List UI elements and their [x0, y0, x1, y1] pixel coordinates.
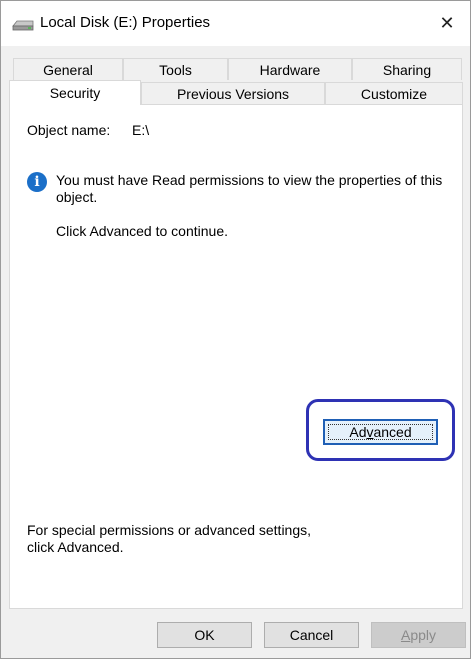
tab-label: Sharing: [382, 61, 432, 78]
tab-security[interactable]: Security: [9, 80, 141, 105]
info-icon: i: [27, 172, 47, 192]
continue-instruction: Click Advanced to continue.: [56, 223, 228, 239]
tab-label: Customize: [360, 85, 428, 102]
apply-button-label: Apply: [400, 627, 437, 643]
permission-message-line2: object.: [56, 189, 98, 205]
info-icon-glyph: i: [34, 174, 40, 190]
security-panel: Object name: E:\ i You must have Read pe…: [9, 104, 463, 609]
tab-label: Tools: [159, 61, 192, 78]
title-bar: Local Disk (E:) Properties ✕: [1, 1, 470, 46]
close-icon: ✕: [439, 13, 455, 33]
tab-tools[interactable]: Tools: [123, 58, 228, 80]
object-name-value: E:\: [132, 122, 150, 138]
close-button[interactable]: ✕: [424, 1, 470, 46]
apply-button[interactable]: Apply: [371, 622, 466, 648]
tab-customize[interactable]: Customize: [325, 82, 463, 104]
tab-label: General: [43, 61, 93, 78]
tab-label: Previous Versions: [176, 85, 290, 102]
permission-message-line1: You must have Read permissions to view t…: [56, 172, 443, 188]
properties-dialog: Local Disk (E:) Properties ✕ General Too…: [0, 0, 471, 659]
advanced-button-label: Advanced: [349, 424, 412, 440]
special-permissions-line2: click Advanced.: [27, 539, 124, 555]
ok-button-label: OK: [194, 627, 215, 643]
tab-previous-versions[interactable]: Previous Versions: [141, 82, 325, 104]
drive-icon: [12, 20, 34, 31]
tab-label: Security: [49, 85, 101, 101]
advanced-button[interactable]: Advanced: [323, 419, 438, 445]
special-permissions-line1: For special permissions or advanced sett…: [27, 522, 312, 538]
tab-sharing[interactable]: Sharing: [352, 58, 462, 80]
tab-general[interactable]: General: [13, 58, 123, 80]
cancel-button-label: Cancel: [289, 627, 334, 643]
window-title: Local Disk (E:) Properties: [40, 14, 211, 31]
object-name-label: Object name:: [27, 122, 111, 138]
cancel-button[interactable]: Cancel: [264, 622, 359, 648]
ok-button[interactable]: OK: [157, 622, 252, 648]
tab-hardware[interactable]: Hardware: [228, 58, 352, 80]
tab-label: Hardware: [259, 61, 321, 78]
